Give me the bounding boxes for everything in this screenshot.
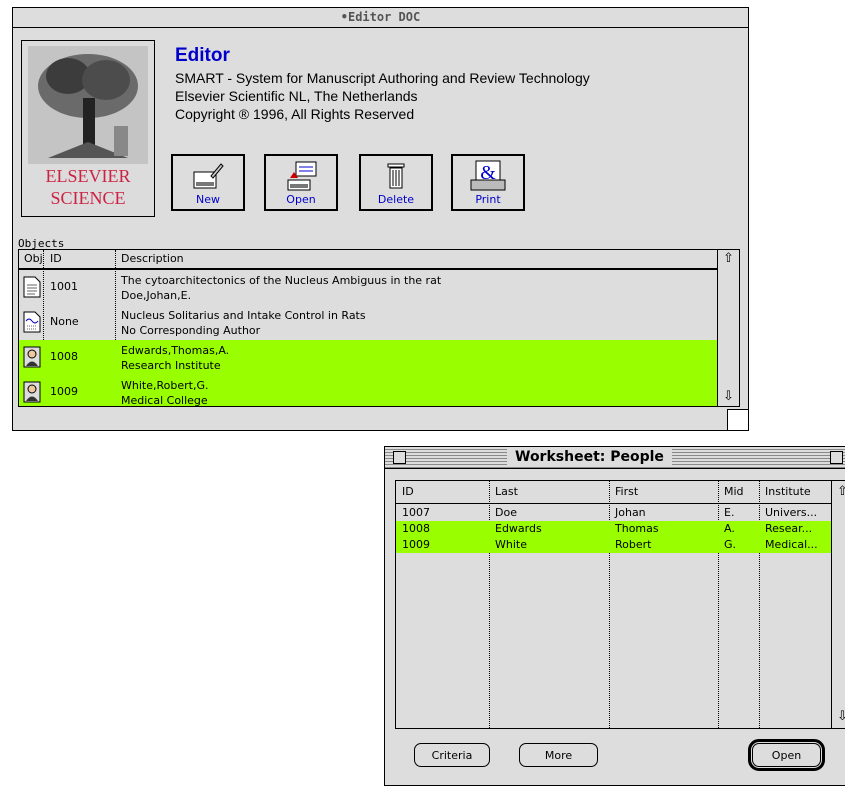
- row-title: White,Robert,G.: [121, 379, 209, 392]
- table-row[interactable]: 1009 White,Robert,G. Medical College: [19, 375, 718, 407]
- column-header-institute[interactable]: Institute: [765, 481, 811, 503]
- publisher-line: Elsevier Scientific NL, The Netherlands: [175, 88, 418, 104]
- cell-id: 1008: [402, 522, 430, 535]
- cell-last: Edwards: [495, 522, 542, 535]
- cell-id: 1007: [402, 506, 430, 519]
- new-button-label: New: [196, 193, 220, 206]
- row-id: 1008: [50, 350, 78, 363]
- row-subtitle: Research Institute: [121, 359, 221, 372]
- cell-institute: Medical...: [765, 538, 818, 551]
- person-icon: [23, 381, 41, 403]
- cell-id: 1009: [402, 538, 430, 551]
- resize-box[interactable]: [727, 409, 748, 430]
- cell-institute: Resear...: [765, 522, 813, 535]
- worksheet-title: Worksheet: People: [507, 448, 672, 467]
- new-button[interactable]: New: [171, 154, 245, 211]
- delete-button-label: Delete: [377, 193, 415, 206]
- scroll-up-arrow-icon[interactable]: ⇧: [832, 483, 845, 501]
- objects-table-header: Obj ID Description: [19, 250, 739, 270]
- close-box-icon[interactable]: [393, 451, 406, 464]
- people-table-header: ID Last First Mid Institute: [396, 481, 845, 504]
- row-title: Nucleus Solitarius and Intake Control in…: [121, 309, 366, 322]
- column-header-first[interactable]: First: [615, 481, 638, 503]
- cell-first: Thomas: [615, 522, 659, 535]
- objects-table: Obj ID Description 1001 The cytoarchitec…: [18, 249, 740, 407]
- scroll-down-arrow-icon[interactable]: ⇩: [718, 388, 739, 406]
- editor-title-bar[interactable]: •Editor DOC: [13, 8, 748, 28]
- delete-button[interactable]: Delete: [359, 154, 433, 211]
- column-header-description[interactable]: Description: [121, 250, 184, 268]
- table-row[interactable]: 1008 Edwards Thomas A. Resear...: [396, 521, 832, 537]
- row-subtitle: Doe,Johan,E.: [121, 289, 192, 302]
- row-id: 1009: [50, 385, 78, 398]
- cell-mid: G.: [724, 538, 737, 551]
- cell-institute: Univers...: [765, 506, 818, 519]
- column-header-id[interactable]: ID: [402, 481, 414, 503]
- document-icon: [23, 276, 41, 298]
- logo-text-elsevier: ELSEVIER: [45, 166, 131, 186]
- cell-last: White: [495, 538, 527, 551]
- row-id: 1001: [50, 280, 78, 293]
- open-button[interactable]: Open: [264, 154, 338, 211]
- app-subtitle: SMART - System for Manuscript Authoring …: [175, 70, 590, 86]
- elsevier-logo: ELSEVIER SCIENCE: [21, 40, 155, 217]
- zoom-box-icon[interactable]: [830, 451, 843, 464]
- open-button-label: Open: [286, 193, 316, 206]
- table-row[interactable]: 1009 White Robert G. Medical...: [396, 537, 832, 553]
- print-button[interactable]: & Print: [451, 154, 525, 211]
- row-id: None: [50, 315, 79, 328]
- cell-first: Robert: [615, 538, 652, 551]
- more-button[interactable]: More: [519, 743, 598, 767]
- people-table: ID Last First Mid Institute 1007 Doe Joh…: [395, 480, 845, 729]
- scroll-down-arrow-icon[interactable]: ⇩: [832, 708, 845, 726]
- table-row[interactable]: 1007 Doe Johan E. Univers...: [396, 505, 832, 521]
- app-name: Editor: [175, 45, 230, 66]
- column-header-mid[interactable]: Mid: [724, 481, 744, 503]
- column-header-id[interactable]: ID: [50, 250, 62, 268]
- row-title: The cytoarchitectonics of the Nucleus Am…: [121, 274, 442, 287]
- trash-icon: [387, 163, 405, 189]
- document-icon: [23, 311, 41, 333]
- worksheet-window: Worksheet: People ID Last First Mid Inst…: [384, 446, 845, 786]
- worksheet-title-bar[interactable]: Worksheet: People: [385, 447, 845, 469]
- cell-mid: E.: [724, 506, 735, 519]
- open-document-icon: [287, 161, 317, 191]
- objects-scrollbar[interactable]: ⇧ ⇩: [717, 250, 739, 406]
- column-header-obj[interactable]: Obj: [24, 250, 43, 268]
- table-row[interactable]: 1008 Edwards,Thomas,A. Research Institut…: [19, 340, 718, 375]
- editor-window: •Editor DOC ELSEVIER SCIENCE Editor SMAR…: [12, 7, 749, 431]
- table-row[interactable]: 1001 The cytoarchitectonics of the Nucle…: [19, 270, 718, 305]
- open-button[interactable]: Open: [748, 739, 825, 771]
- new-document-icon: [193, 163, 224, 189]
- column-header-last[interactable]: Last: [495, 481, 518, 503]
- editor-window-title: •Editor DOC: [340, 10, 421, 24]
- logo-text-science: SCIENCE: [50, 188, 126, 208]
- cell-last: Doe: [495, 506, 517, 519]
- row-subtitle: Medical College: [121, 394, 208, 407]
- copyright-line: Copyright ® 1996, All Rights Reserved: [175, 106, 415, 122]
- row-subtitle: No Corresponding Author: [121, 324, 261, 337]
- criteria-button[interactable]: Criteria: [414, 743, 490, 767]
- print-button-label: Print: [475, 193, 501, 206]
- cell-mid: A.: [724, 522, 735, 535]
- people-scrollbar[interactable]: ⇧ ⇩: [831, 481, 845, 728]
- print-icon: &: [470, 160, 506, 191]
- tree-logo-icon: [28, 46, 148, 164]
- scroll-up-arrow-icon[interactable]: ⇧: [718, 250, 739, 268]
- person-icon: [23, 346, 41, 368]
- row-title: Edwards,Thomas,A.: [121, 344, 230, 357]
- cell-first: Johan: [615, 506, 646, 519]
- table-row[interactable]: None Nucleus Solitarius and Intake Contr…: [19, 305, 718, 340]
